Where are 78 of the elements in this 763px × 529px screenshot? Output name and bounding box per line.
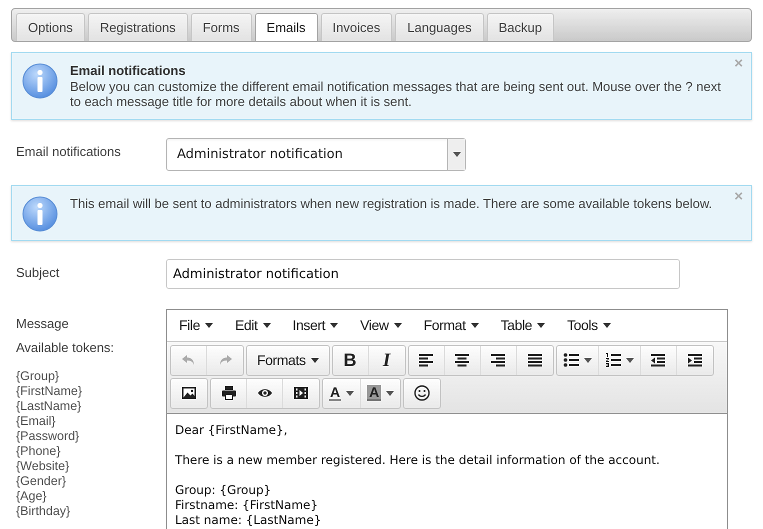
token-text: {Age} xyxy=(16,489,48,504)
message-line: Last name: {LastName} xyxy=(175,512,322,528)
alert-text: This email will be sent to administrators when new registration is made. There are some available tokens below. xyxy=(70,196,712,212)
token-text: {Birthday} xyxy=(16,504,72,520)
align-left-icon xyxy=(418,352,434,368)
tab[interactable]: Invoices xyxy=(320,13,392,41)
token-text: {FirstName} xyxy=(16,384,83,400)
field-label: Subject xyxy=(15,265,60,282)
tab[interactable]: Backup xyxy=(486,13,554,41)
menu-label: View xyxy=(360,317,389,334)
bullet-list-icon xyxy=(562,352,579,368)
menu-label: File xyxy=(179,317,200,334)
token-text: {Phone} xyxy=(16,444,62,460)
tokens-label: Available tokens: xyxy=(16,340,116,356)
menu-item[interactable]: File xyxy=(179,317,213,334)
align-center-icon xyxy=(454,352,470,368)
editor-content[interactable]: Dear {FirstName}, There is a new member registered. Here is the detail information of the account. Group: {Group} Firstname: {FirstName} Last name: {LastName} xyxy=(167,414,727,529)
info-icon xyxy=(22,63,58,99)
menu-item[interactable]: View xyxy=(360,317,402,334)
caret-icon xyxy=(262,322,270,328)
menu-label: Format xyxy=(424,317,466,334)
tab[interactable]: Languages xyxy=(395,13,484,41)
print-icon xyxy=(220,385,236,402)
caret-icon xyxy=(447,139,465,170)
message-line: Dear {FirstName}, xyxy=(175,422,288,438)
token-text: {Email} xyxy=(16,414,57,430)
toolbar-button[interactable]: A xyxy=(361,378,400,408)
caret-icon xyxy=(626,358,634,363)
caret-icon xyxy=(602,322,611,328)
caret-icon xyxy=(330,322,338,328)
film-icon xyxy=(293,385,309,402)
smiley-icon xyxy=(414,385,430,402)
indent-icon xyxy=(686,352,703,368)
toolbar-button[interactable]: I xyxy=(368,346,405,375)
field-label: Email notifications xyxy=(15,144,122,160)
tab[interactable]: Forms xyxy=(190,13,252,41)
field-label: Message xyxy=(16,316,70,332)
tab[interactable]: Registrations xyxy=(88,13,188,41)
message-line: There is a new member registered. Here is the detail information of the account. xyxy=(175,452,661,468)
caret-icon xyxy=(394,322,402,328)
alert-text: Below you can customize the different email notification messages that are being sent out. Mouse over the ? next to each message title for more details about when it is sent. xyxy=(70,78,722,110)
caret-icon xyxy=(470,322,479,328)
outdent-icon xyxy=(650,352,666,368)
align-right-icon xyxy=(490,352,506,368)
caret-icon xyxy=(386,390,394,396)
menu-label: Edit xyxy=(234,317,258,334)
tab[interactable]: Emails xyxy=(254,13,318,41)
message-line: Firstname: {FirstName} xyxy=(175,498,320,513)
menu-label: Tools xyxy=(567,317,598,334)
token-text: {Group} xyxy=(16,369,60,384)
menu-label: Table xyxy=(500,317,532,334)
menu-item[interactable]: Tools xyxy=(567,317,611,334)
caret-icon xyxy=(537,322,546,328)
info-icon xyxy=(22,196,58,232)
caret-icon xyxy=(346,390,354,396)
alert-title: Email notifications xyxy=(70,63,187,79)
toolbar-button[interactable]: B xyxy=(332,346,369,375)
message-line: Group: {Group} xyxy=(175,482,272,498)
menu-item[interactable]: Table xyxy=(500,317,546,334)
tab[interactable]: Options xyxy=(16,13,85,41)
menu-item[interactable]: Format xyxy=(424,317,479,334)
caret-icon xyxy=(204,322,213,328)
token-text: {Password} xyxy=(16,429,80,444)
numbered-list-icon xyxy=(604,352,621,368)
formats-dropdown[interactable]: Formats xyxy=(247,346,329,375)
menu-label: Insert xyxy=(292,317,326,334)
caret-icon xyxy=(310,358,319,363)
justify-icon xyxy=(526,352,543,368)
menu-item[interactable]: Edit xyxy=(234,317,270,334)
image-icon xyxy=(181,385,197,402)
notification-dropdown[interactable]: Administrator notification xyxy=(166,138,466,171)
toolbar-button[interactable]: A xyxy=(323,378,362,408)
token-text: {Gender} xyxy=(16,474,68,490)
token-text: {LastName} xyxy=(16,399,82,414)
caret-icon xyxy=(584,358,592,363)
menu-item[interactable]: Insert xyxy=(292,317,338,334)
token-text: {Website} xyxy=(16,459,70,474)
subject-field[interactable]: Administrator notification xyxy=(166,259,680,289)
